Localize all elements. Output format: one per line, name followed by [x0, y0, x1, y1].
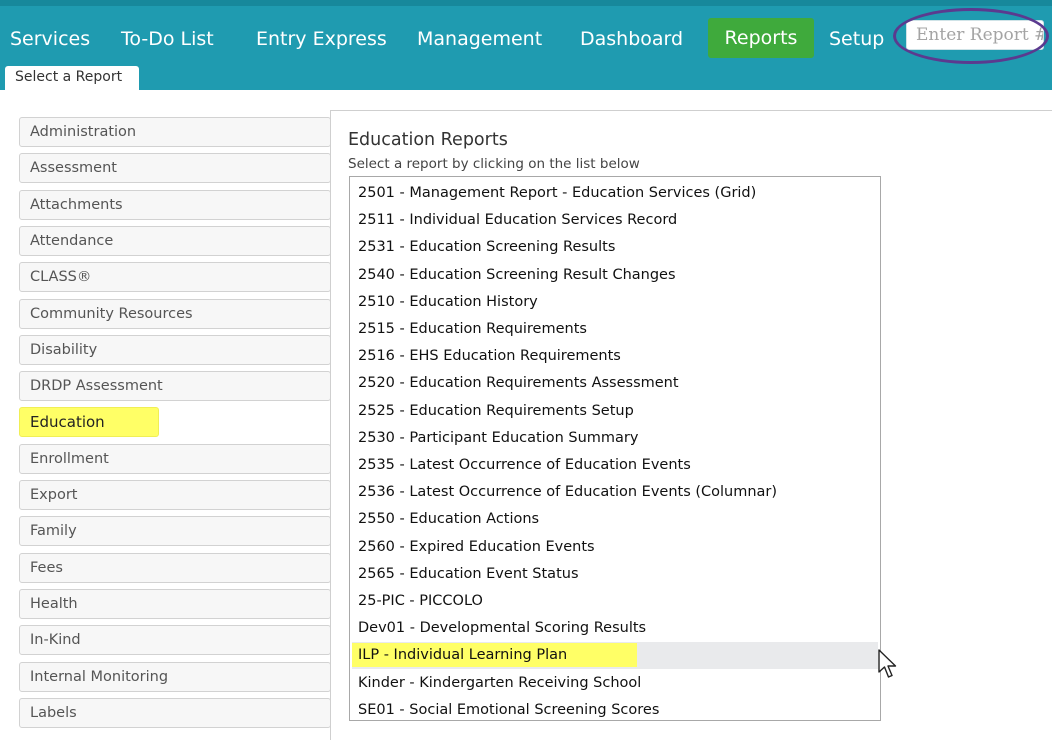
category-item-disability[interactable]: Disability — [19, 335, 331, 365]
report-list-item[interactable]: 2530 - Participant Education Summary — [352, 425, 878, 452]
category-item-family[interactable]: Family — [19, 516, 331, 546]
report-list-item[interactable]: 2511 - Individual Education Services Rec… — [352, 207, 878, 234]
report-list-item[interactable]: 2535 - Latest Occurrence of Education Ev… — [352, 452, 878, 479]
report-list-item[interactable]: 2516 - EHS Education Requirements — [352, 343, 878, 370]
report-list-item[interactable]: 2501 - Management Report - Education Ser… — [352, 180, 878, 207]
panel-title: Education Reports — [348, 130, 508, 150]
nav-dashboard[interactable]: Dashboard — [580, 22, 683, 58]
report-list-item[interactable]: 2536 - Latest Occurrence of Education Ev… — [352, 479, 878, 506]
sub-nav-bar: Select a Report — [0, 64, 1052, 92]
report-list-item[interactable]: Dev01 - Developmental Scoring Results — [352, 615, 878, 642]
report-list-item[interactable]: 2520 - Education Requirements Assessment — [352, 370, 878, 397]
category-item-attendance[interactable]: Attendance — [19, 226, 331, 256]
category-item-class[interactable]: CLASS® — [19, 262, 331, 292]
report-list-item[interactable]: 2540 - Education Screening Result Change… — [352, 262, 878, 289]
nav-todo-list[interactable]: To-Do List — [121, 22, 214, 58]
top-nav-strip — [0, 0, 1052, 6]
report-number-input[interactable] — [906, 20, 1044, 50]
report-list-item[interactable]: ILP - Individual Learning Plan — [352, 642, 878, 669]
nav-setup[interactable]: Setup — [829, 22, 884, 58]
report-list-item[interactable]: 2565 - Education Event Status — [352, 561, 878, 588]
category-item-attachments[interactable]: Attachments — [19, 190, 331, 220]
report-listbox[interactable]: 2501 - Management Report - Education Ser… — [349, 176, 881, 721]
category-item-enrollment[interactable]: Enrollment — [19, 444, 331, 474]
report-list-item[interactable]: 25-PIC - PICCOLO — [352, 588, 878, 615]
nav-management[interactable]: Management — [417, 22, 542, 58]
nav-entry-express[interactable]: Entry Express — [256, 22, 387, 58]
category-item-labels[interactable]: Labels — [19, 698, 331, 728]
category-item-drdp-assessment[interactable]: DRDP Assessment — [19, 371, 331, 401]
mouse-pointer-icon — [878, 649, 897, 678]
panel-subtitle: Select a report by clicking on the list … — [348, 156, 640, 172]
report-list-item[interactable]: 2550 - Education Actions — [352, 506, 878, 533]
report-list-item[interactable]: 2515 - Education Requirements — [352, 316, 878, 343]
category-item-internal-monitoring[interactable]: Internal Monitoring — [19, 662, 331, 692]
category-item-education[interactable]: Education — [19, 407, 159, 437]
category-item-export[interactable]: Export — [19, 480, 331, 510]
report-list-item[interactable]: SE01 - Social Emotional Screening Scores — [352, 697, 878, 724]
nav-reports[interactable]: Reports — [708, 18, 814, 58]
category-item-assessment[interactable]: Assessment — [19, 153, 331, 183]
report-list-item[interactable]: 2560 - Expired Education Events — [352, 534, 878, 561]
report-list-item-label: ILP - Individual Learning Plan — [352, 643, 638, 667]
tab-select-a-report[interactable]: Select a Report — [5, 66, 139, 92]
category-item-administration[interactable]: Administration — [19, 117, 331, 147]
category-item-community-resources[interactable]: Community Resources — [19, 299, 331, 329]
category-item-in-kind[interactable]: In-Kind — [19, 625, 331, 655]
category-item-health[interactable]: Health — [19, 589, 331, 619]
report-list-item[interactable]: 2510 - Education History — [352, 289, 878, 316]
report-list-item[interactable]: Kinder - Kindergarten Receiving School — [352, 670, 878, 697]
nav-services[interactable]: Services — [10, 22, 90, 58]
top-nav-bar: Services To-Do List Entry Express Manage… — [0, 0, 1052, 64]
report-list-item[interactable]: 2525 - Education Requirements Setup — [352, 398, 878, 425]
report-list-item[interactable]: 2531 - Education Screening Results — [352, 234, 878, 261]
category-item-fees[interactable]: Fees — [19, 553, 331, 583]
